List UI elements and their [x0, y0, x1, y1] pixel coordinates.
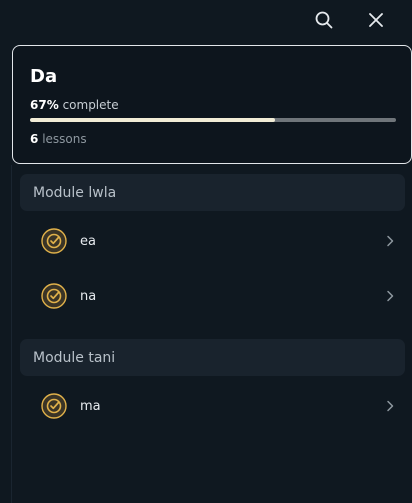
progress-bar-fill: [30, 118, 276, 122]
lessons-label: lessons: [42, 132, 87, 146]
check-circle-icon: [41, 228, 67, 254]
close-icon: [369, 13, 383, 27]
module-header[interactable]: Module tani: [20, 339, 405, 376]
panel-toolbar: [0, 0, 412, 40]
course-title: Da: [30, 66, 58, 87]
chevron-right-icon: [383, 234, 397, 248]
lesson-count: 6: [30, 132, 39, 146]
module-title: Module tani: [33, 349, 116, 366]
search-button[interactable]: [310, 6, 338, 34]
lesson-count-text: 6 lessons: [30, 131, 394, 147]
progress-percent: 67%: [30, 98, 59, 112]
chevron-right-icon: [383, 399, 397, 413]
progress-text: 67% complete: [30, 97, 394, 113]
search-icon: [315, 11, 333, 29]
close-button[interactable]: [362, 6, 390, 34]
lesson-title: na: [80, 288, 97, 304]
course-outline-panel: Da 67% complete 6 lessons Module lwla ea: [0, 0, 412, 503]
lesson-title: ea: [80, 233, 96, 249]
check-circle-icon: [41, 393, 67, 419]
module-header[interactable]: Module lwla: [20, 174, 405, 211]
outline-rail: [11, 165, 12, 503]
progress-label: complete: [62, 98, 119, 112]
chevron-right-icon: [383, 289, 397, 303]
lesson-item[interactable]: ma: [20, 384, 405, 428]
lesson-title: ma: [80, 398, 101, 414]
lesson-item[interactable]: na: [20, 274, 405, 318]
course-summary-card: Da 67% complete 6 lessons: [12, 45, 412, 164]
module-title: Module lwla: [33, 184, 117, 201]
check-circle-icon: [41, 283, 67, 309]
progress-bar: [30, 118, 396, 122]
lesson-item[interactable]: ea: [20, 219, 405, 263]
